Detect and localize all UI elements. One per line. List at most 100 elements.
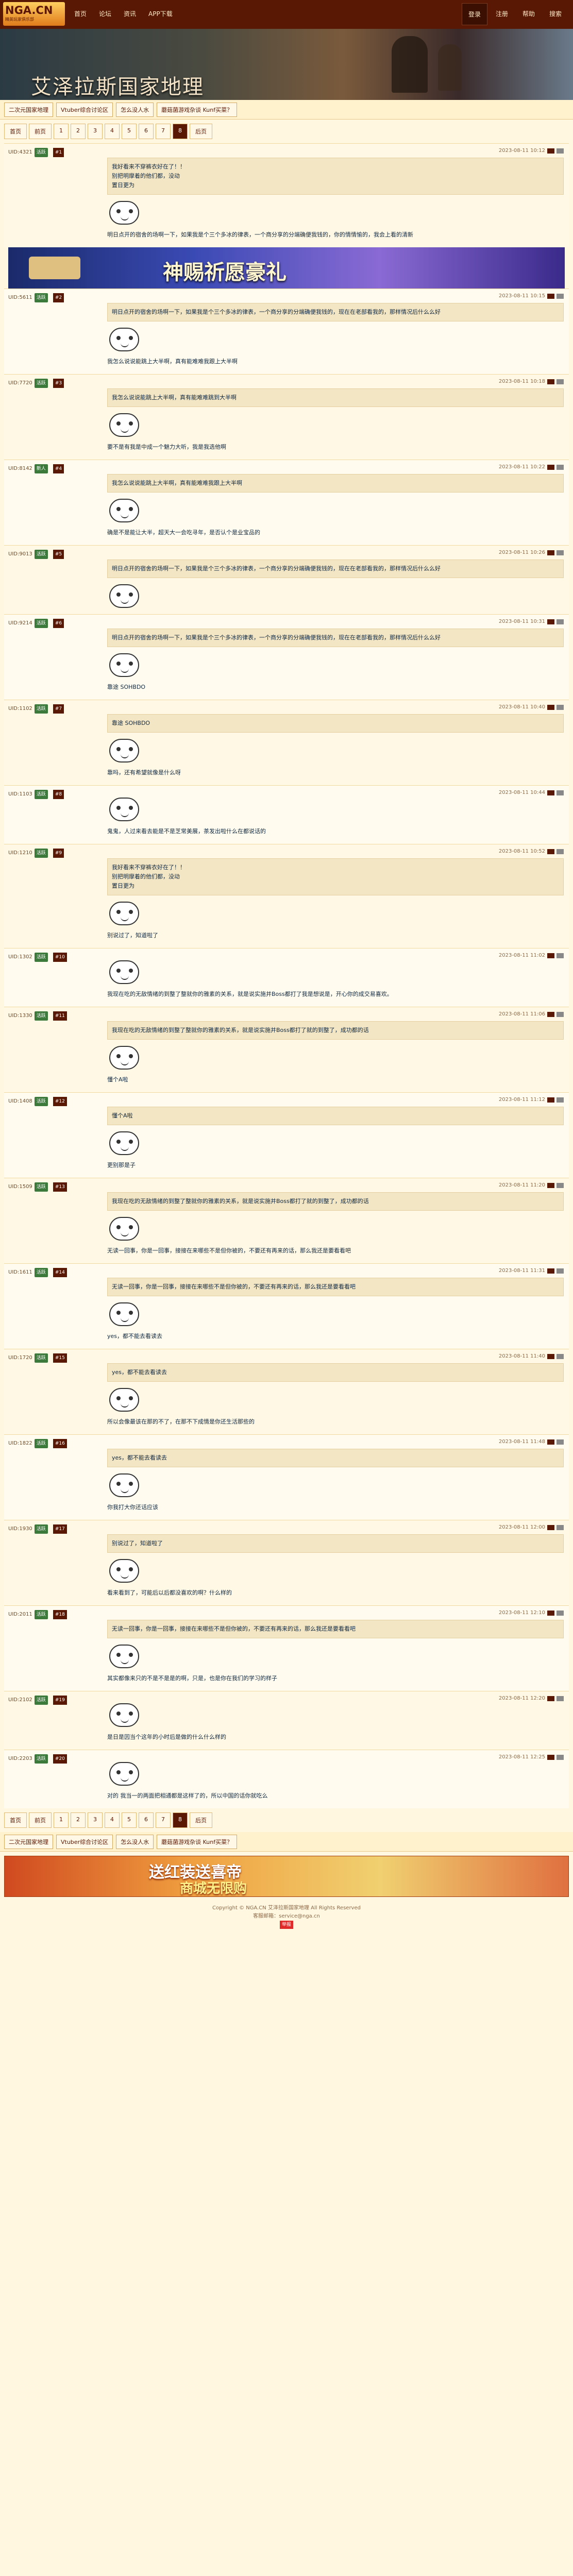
more-icon[interactable] — [557, 1182, 564, 1188]
pager-link[interactable]: 8 — [173, 124, 188, 139]
help-link[interactable]: 帮助 — [516, 3, 541, 25]
user-id[interactable]: UID:5611 — [8, 294, 32, 302]
more-icon[interactable] — [557, 464, 564, 470]
reply-icon[interactable] — [547, 1524, 554, 1530]
subtab[interactable]: 二次元国家地理 — [4, 102, 53, 117]
pager-link[interactable]: 前页 — [29, 124, 52, 139]
subtab[interactable]: 怎么没人水 — [116, 1834, 154, 1849]
pager-link[interactable]: 6 — [139, 1812, 154, 1828]
more-icon[interactable] — [557, 619, 564, 624]
more-icon[interactable] — [557, 1097, 564, 1103]
more-icon[interactable] — [557, 1439, 564, 1445]
nav-app[interactable]: APP下载 — [142, 6, 179, 21]
user-id[interactable]: UID:8142 — [8, 465, 32, 473]
reply-icon[interactable] — [547, 464, 554, 470]
more-icon[interactable] — [557, 849, 564, 854]
pager-link[interactable]: 1 — [54, 124, 69, 139]
user-id[interactable]: UID:1822 — [8, 1439, 32, 1448]
user-id[interactable]: UID:9013 — [8, 550, 32, 558]
reply-icon[interactable] — [547, 1353, 554, 1359]
more-icon[interactable] — [557, 1268, 564, 1274]
bottom-ad-banner[interactable]: 送红装送喜帝 商城无限购 — [4, 1856, 569, 1897]
reply-icon[interactable] — [547, 1182, 554, 1188]
register-link[interactable]: 注册 — [490, 3, 514, 25]
reply-icon[interactable] — [547, 704, 554, 710]
nav-home[interactable]: 首页 — [68, 6, 93, 21]
reply-icon[interactable] — [547, 953, 554, 958]
more-icon[interactable] — [557, 1353, 564, 1359]
more-icon[interactable] — [557, 1754, 564, 1760]
nav-forum[interactable]: 论坛 — [93, 6, 117, 21]
more-icon[interactable] — [557, 293, 564, 299]
nav-news[interactable]: 资讯 — [117, 6, 142, 21]
user-id[interactable]: UID:1408 — [8, 1097, 32, 1106]
reply-icon[interactable] — [547, 293, 554, 299]
user-id[interactable]: UID:4321 — [8, 148, 32, 157]
subtab[interactable]: 二次元国家地理 — [4, 1834, 53, 1849]
user-id[interactable]: UID:1210 — [8, 849, 32, 857]
reply-icon[interactable] — [547, 1439, 554, 1445]
pager-link[interactable]: 4 — [105, 1812, 120, 1828]
user-id[interactable]: UID:2203 — [8, 1755, 32, 1763]
pager-link[interactable]: 首页 — [4, 1812, 27, 1828]
pager-link[interactable]: 5 — [122, 1812, 137, 1828]
ad-banner[interactable]: 神赐祈愿豪礼 — [8, 247, 565, 289]
reply-icon[interactable] — [547, 1011, 554, 1017]
pager-link[interactable]: 8 — [173, 1812, 188, 1828]
user-id[interactable]: UID:2102 — [8, 1696, 32, 1704]
pager-link[interactable]: 3 — [88, 1812, 103, 1828]
reply-icon[interactable] — [547, 1268, 554, 1274]
pager-link[interactable]: 3 — [88, 124, 103, 139]
subtab[interactable]: 蘑菇菌游戏杂谈 Kunf买菜？ — [157, 102, 238, 117]
more-icon[interactable] — [557, 1011, 564, 1017]
more-icon[interactable] — [557, 953, 564, 958]
user-id[interactable]: UID:7720 — [8, 379, 32, 387]
user-id[interactable]: UID:1103 — [8, 790, 32, 799]
reply-icon[interactable] — [547, 1097, 554, 1103]
pager-link[interactable]: 6 — [139, 124, 154, 139]
more-icon[interactable] — [557, 1610, 564, 1616]
report-badge[interactable]: 举报 — [279, 1921, 293, 1929]
pager-link[interactable]: 1 — [54, 1812, 69, 1828]
reply-icon[interactable] — [547, 1696, 554, 1701]
user-id[interactable]: UID:1302 — [8, 953, 32, 961]
reply-icon[interactable] — [547, 550, 554, 555]
pager-link[interactable]: 2 — [71, 124, 86, 139]
reply-icon[interactable] — [547, 790, 554, 795]
more-icon[interactable] — [557, 704, 564, 710]
pager-link[interactable]: 后页 — [190, 124, 212, 139]
site-logo[interactable]: NGA.CN 精英玩家俱乐部 — [3, 2, 65, 26]
reply-icon[interactable] — [547, 148, 554, 154]
pager-link[interactable]: 首页 — [4, 124, 27, 139]
more-icon[interactable] — [557, 550, 564, 555]
pager-link[interactable]: 后页 — [190, 1812, 212, 1828]
more-icon[interactable] — [557, 790, 564, 795]
user-id[interactable]: UID:1720 — [8, 1354, 32, 1362]
user-id[interactable]: UID:9214 — [8, 619, 32, 628]
more-icon[interactable] — [557, 1696, 564, 1701]
pager-link[interactable]: 7 — [156, 1812, 171, 1828]
pager-link[interactable]: 2 — [71, 1812, 86, 1828]
reply-icon[interactable] — [547, 619, 554, 624]
user-id[interactable]: UID:1611 — [8, 1268, 32, 1277]
search-link[interactable]: 搜索 — [543, 3, 568, 25]
user-id[interactable]: UID:2011 — [8, 1611, 32, 1619]
reply-icon[interactable] — [547, 1610, 554, 1616]
reply-icon[interactable] — [547, 1754, 554, 1760]
user-id[interactable]: UID:1330 — [8, 1012, 32, 1020]
subtab[interactable]: Vtuber综合讨论区 — [56, 102, 113, 117]
subtab[interactable]: 蘑菇菌游戏杂谈 Kunf买菜？ — [157, 1834, 238, 1849]
login-link[interactable]: 登录 — [461, 3, 487, 25]
more-icon[interactable] — [557, 379, 564, 384]
more-icon[interactable] — [557, 148, 564, 154]
more-icon[interactable] — [557, 1524, 564, 1530]
pager-link[interactable]: 4 — [105, 124, 120, 139]
reply-icon[interactable] — [547, 379, 554, 384]
subtab[interactable]: Vtuber综合讨论区 — [56, 1834, 113, 1849]
reply-icon[interactable] — [547, 849, 554, 854]
pager-link[interactable]: 7 — [156, 124, 171, 139]
user-id[interactable]: UID:1509 — [8, 1183, 32, 1191]
user-id[interactable]: UID:1102 — [8, 705, 32, 713]
user-id[interactable]: UID:1930 — [8, 1525, 32, 1533]
pager-link[interactable]: 前页 — [29, 1812, 52, 1828]
